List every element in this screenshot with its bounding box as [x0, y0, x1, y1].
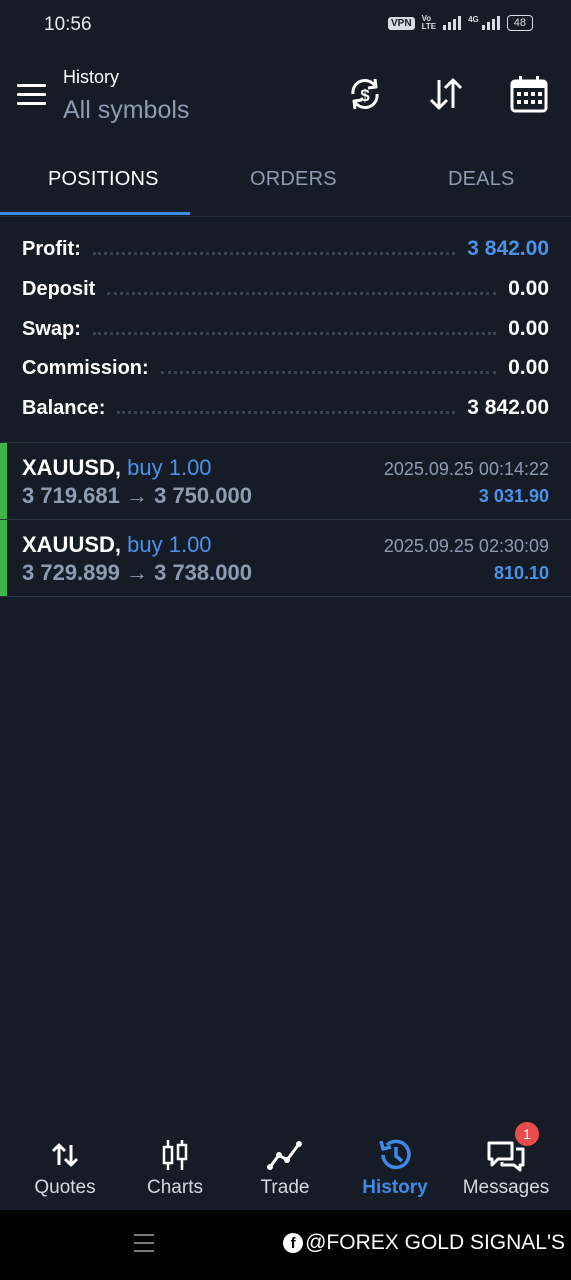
- summary-row-balance: Balance: 3 842.00: [22, 393, 549, 423]
- position-prices: 3 729.899 → 3 738.000: [22, 560, 252, 585]
- facebook-icon: f: [283, 1233, 304, 1253]
- candlestick-icon: [162, 1140, 188, 1170]
- page-title: History: [63, 67, 120, 87]
- summary-label: Swap:: [22, 317, 81, 340]
- position-profit: 3 031.90: [478, 486, 549, 506]
- trade-line-icon: [267, 1141, 302, 1170]
- position-symbol: XAUUSD,: [22, 455, 122, 480]
- position-side: buy 1.00: [127, 455, 212, 480]
- symbol-filter[interactable]: All symbols: [63, 96, 189, 125]
- calendar-icon[interactable]: [509, 74, 549, 114]
- menu-icon[interactable]: [17, 84, 47, 106]
- sort-arrows-icon[interactable]: [426, 74, 466, 114]
- position-prices: 3 719.681 → 3 750.000: [22, 483, 252, 508]
- history-clock-icon: [379, 1139, 411, 1170]
- tab-deals[interactable]: DEALS: [448, 168, 515, 191]
- summary-value: 3 842.00: [467, 237, 549, 260]
- nav-trade[interactable]: Trade: [228, 1125, 342, 1210]
- position-profit: 810.10: [493, 563, 549, 583]
- status-bar: 10:56 VPN Vo LTE 4G 48: [0, 0, 571, 50]
- summary-value: 0.00: [508, 356, 549, 379]
- summary-row-deposit: Deposit 0.00: [22, 274, 549, 304]
- unread-badge: 1: [515, 1122, 539, 1146]
- battery-icon: 48: [506, 15, 533, 31]
- summary-label: Balance:: [22, 396, 106, 419]
- list-item[interactable]: XAUUSD, buy 1.00 3 729.899 → 3 738.000 2…: [0, 519, 571, 597]
- watermark: f @FOREX GOLD SIGNAL'S: [283, 1231, 565, 1255]
- tab-bar: POSITIONS ORDERS DEALS: [0, 152, 571, 217]
- summary-value: 3 842.00: [467, 396, 549, 419]
- volte-icon: Vo LTE: [421, 14, 437, 31]
- summary-row-profit: Profit: 3 842.00: [22, 234, 549, 264]
- position-symbol: XAUUSD,: [22, 532, 122, 557]
- signal-icon: [443, 16, 462, 30]
- nav-messages[interactable]: 1 Messages: [449, 1122, 563, 1210]
- summary-row-swap: Swap: 0.00: [22, 314, 549, 344]
- summary-label: Commission:: [22, 356, 149, 379]
- summary-label: Profit:: [22, 237, 81, 260]
- vpn-icon: VPN: [388, 16, 415, 30]
- list-item[interactable]: XAUUSD, buy 1.00 3 719.681 → 3 750.000 2…: [0, 442, 571, 519]
- summary-label: Deposit: [22, 277, 96, 300]
- buy-indicator: [0, 443, 7, 519]
- watermark-text: @FOREX GOLD SIGNAL'S: [305, 1231, 565, 1254]
- summary-value: 0.00: [508, 317, 549, 340]
- buy-indicator: [0, 520, 7, 596]
- positions-list: XAUUSD, buy 1.00 3 719.681 → 3 750.000 2…: [0, 442, 571, 597]
- position-time: 2025.09.25 00:14:22: [383, 459, 549, 479]
- system-nav-bar: f @FOREX GOLD SIGNAL'S: [0, 1210, 571, 1280]
- position-time: 2025.09.25 02:30:09: [383, 536, 549, 556]
- position-side: buy 1.00: [127, 532, 212, 557]
- summary-value: 0.00: [508, 277, 549, 300]
- quotes-icon: [51, 1143, 79, 1167]
- nav-history[interactable]: History: [338, 1125, 452, 1210]
- status-icons: VPN Vo LTE 4G 48: [388, 15, 533, 31]
- currency-refresh-icon[interactable]: $: [345, 74, 385, 114]
- network-type: 4G: [468, 14, 479, 24]
- bottom-nav: Quotes Charts Trade History 1 Messages: [0, 1122, 571, 1210]
- app-bar: History All symbols $: [0, 58, 571, 138]
- status-time: 10:56: [44, 14, 92, 35]
- summary-row-commission: Commission: 0.00: [22, 353, 549, 383]
- svg-text:$: $: [360, 86, 370, 105]
- tab-positions[interactable]: POSITIONS: [48, 168, 159, 191]
- tab-indicator: [0, 212, 190, 215]
- recent-apps-icon[interactable]: [134, 1234, 154, 1258]
- signal-icon-2: [481, 16, 500, 30]
- nav-charts[interactable]: Charts: [118, 1125, 232, 1210]
- tab-orders[interactable]: ORDERS: [250, 168, 337, 191]
- nav-quotes[interactable]: Quotes: [8, 1125, 122, 1210]
